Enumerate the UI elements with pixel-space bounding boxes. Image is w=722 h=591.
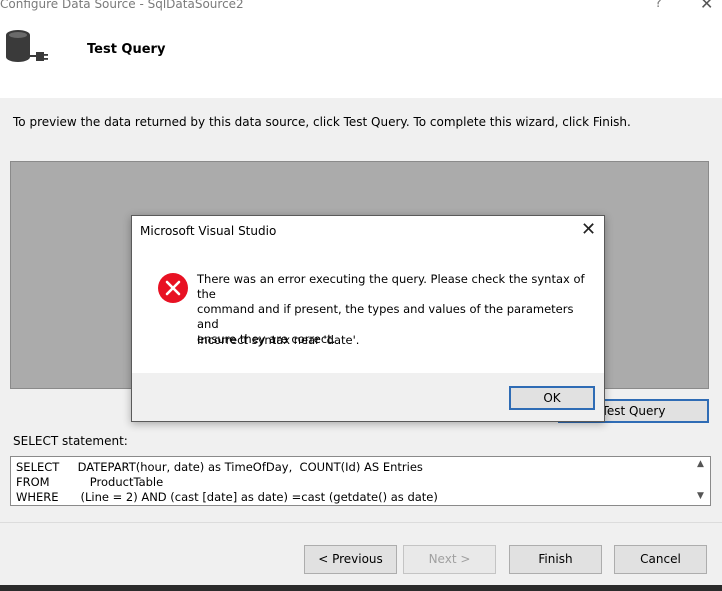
- instructions-text: To preview the data returned by this dat…: [13, 115, 631, 129]
- dialog-title: Microsoft Visual Studio: [140, 224, 277, 238]
- sql-line: WHERE (Line = 2) AND (cast [date] as dat…: [16, 490, 438, 504]
- ok-button[interactable]: OK: [509, 386, 595, 410]
- window-close-button[interactable]: ✕: [700, 0, 713, 13]
- error-dialog: Microsoft Visual Studio ✕ There was an e…: [131, 215, 605, 422]
- scroll-down-icon[interactable]: ▼: [697, 491, 704, 501]
- footer-divider: [0, 522, 722, 523]
- page-title: Test Query: [87, 42, 166, 57]
- window-title: Configure Data Source - SqlDataSource2: [0, 0, 244, 11]
- previous-button[interactable]: < Previous: [304, 545, 397, 574]
- sql-line: FROM ProductTable: [16, 475, 164, 489]
- dialog-close-button[interactable]: ✕: [581, 219, 596, 240]
- database-connection-icon: [6, 30, 48, 62]
- select-statement-label: SELECT statement:: [13, 434, 128, 448]
- error-message-line: command and if present, the types and va…: [197, 302, 574, 331]
- sql-line: SELECT DATEPART(hour, date) as TimeOfDay…: [16, 460, 423, 474]
- cancel-button[interactable]: Cancel: [614, 545, 707, 574]
- wizard-header: Configure Data Source - SqlDataSource2 ?…: [0, 0, 722, 98]
- error-detail: Incorrect syntax near 'date'.: [197, 333, 360, 347]
- scroll-up-icon[interactable]: ▲: [697, 459, 704, 469]
- next-button[interactable]: Next >: [403, 545, 496, 574]
- select-statement-box[interactable]: SELECT DATEPART(hour, date) as TimeOfDay…: [10, 456, 711, 506]
- help-button[interactable]: ?: [655, 0, 662, 11]
- dialog-content: Microsoft Visual Studio ✕ There was an e…: [132, 216, 604, 373]
- error-message-line: There was an error executing the query. …: [197, 272, 585, 301]
- finish-button[interactable]: Finish: [509, 545, 602, 574]
- taskbar-edge: [0, 585, 722, 591]
- vertical-scrollbar[interactable]: ▲ ▼: [693, 457, 710, 505]
- error-icon: [158, 273, 188, 303]
